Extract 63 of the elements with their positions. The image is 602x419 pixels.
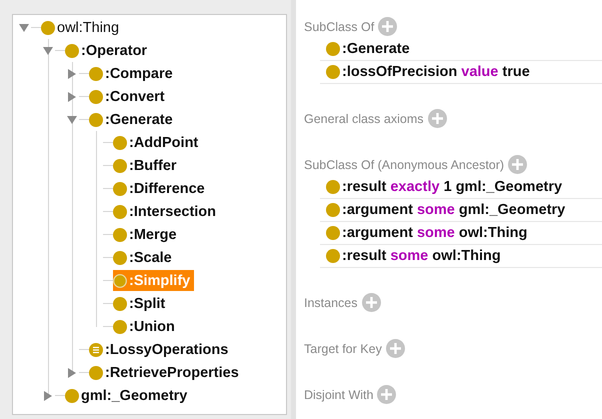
axiom-text: :result some owl:Thing — [342, 248, 501, 264]
add-button[interactable] — [362, 293, 381, 312]
axiom-text: :lossOfPrecision value true — [342, 64, 530, 80]
class-icon — [113, 204, 127, 218]
plus-icon — [432, 113, 442, 124]
class-icon — [89, 112, 103, 126]
tree-item[interactable]: :Operator — [65, 40, 152, 61]
class-icon — [113, 182, 127, 196]
plus-icon — [366, 297, 377, 308]
class-icon — [113, 136, 127, 150]
tree-item[interactable]: :Convert — [89, 86, 169, 107]
add-button[interactable] — [377, 385, 396, 404]
tree-item[interactable]: :Scale — [113, 247, 176, 268]
tree-item[interactable]: :Intersection — [113, 201, 220, 222]
add-button[interactable] — [378, 17, 398, 36]
class-icon — [113, 296, 127, 310]
class-icon — [113, 320, 127, 334]
class-icon — [65, 44, 79, 58]
add-button[interactable] — [508, 155, 528, 174]
add-button[interactable] — [386, 339, 405, 358]
axiom-text: :Generate — [342, 41, 410, 57]
section-title: SubClass Of (Anonymous Ancestor) — [304, 158, 504, 172]
section-title: Instances — [304, 296, 358, 310]
tree-item[interactable]: :AddPoint — [113, 132, 202, 153]
class-icon — [65, 388, 79, 402]
tree-item[interactable]: :Generate — [89, 109, 177, 130]
class-icon — [326, 226, 340, 240]
class-icon — [113, 158, 127, 172]
section-title: SubClass Of — [304, 20, 374, 34]
section-title: General class axioms — [304, 112, 424, 126]
tree-item[interactable]: :LossyOperations — [89, 339, 232, 360]
class-icon — [89, 66, 103, 80]
defined-class-icon — [89, 342, 103, 356]
plus-icon — [390, 343, 401, 354]
axiom-text: :argument some gml:_Geometry — [342, 202, 566, 218]
tree-item[interactable]: :Difference — [113, 178, 209, 199]
tree-item[interactable]: :Compare — [89, 63, 177, 84]
tree-item[interactable]: owl:Thing — [41, 17, 124, 38]
tree-item[interactable]: gml:_Geometry — [65, 385, 192, 406]
tree-item[interactable]: :Buffer — [113, 155, 181, 176]
class-icon — [326, 180, 340, 194]
add-button[interactable] — [428, 109, 446, 128]
class-icon — [326, 203, 340, 217]
plus-icon — [382, 21, 394, 32]
class-icon — [113, 250, 127, 264]
axiom-text: :result exactly 1 gml:_Geometry — [342, 179, 562, 195]
tree-item[interactable]: :RetrieveProperties — [89, 362, 243, 383]
class-icon — [113, 274, 127, 288]
class-icon — [89, 366, 103, 380]
section-title: Target for Key — [304, 342, 382, 356]
class-icon — [326, 249, 340, 263]
class-icon — [41, 20, 55, 34]
plus-icon — [512, 159, 524, 170]
tree-item[interactable]: :Split — [113, 293, 170, 314]
tree-item[interactable]: :Merge — [113, 224, 181, 245]
class-icon — [113, 228, 127, 242]
class-icon — [326, 42, 340, 56]
class-icon — [89, 90, 103, 104]
axiom-text: :argument some owl:Thing — [342, 225, 528, 241]
class-icon — [326, 65, 340, 79]
plus-icon — [381, 389, 392, 400]
section-title: Disjoint With — [304, 388, 374, 402]
tree-item[interactable]: :Union — [113, 316, 179, 337]
